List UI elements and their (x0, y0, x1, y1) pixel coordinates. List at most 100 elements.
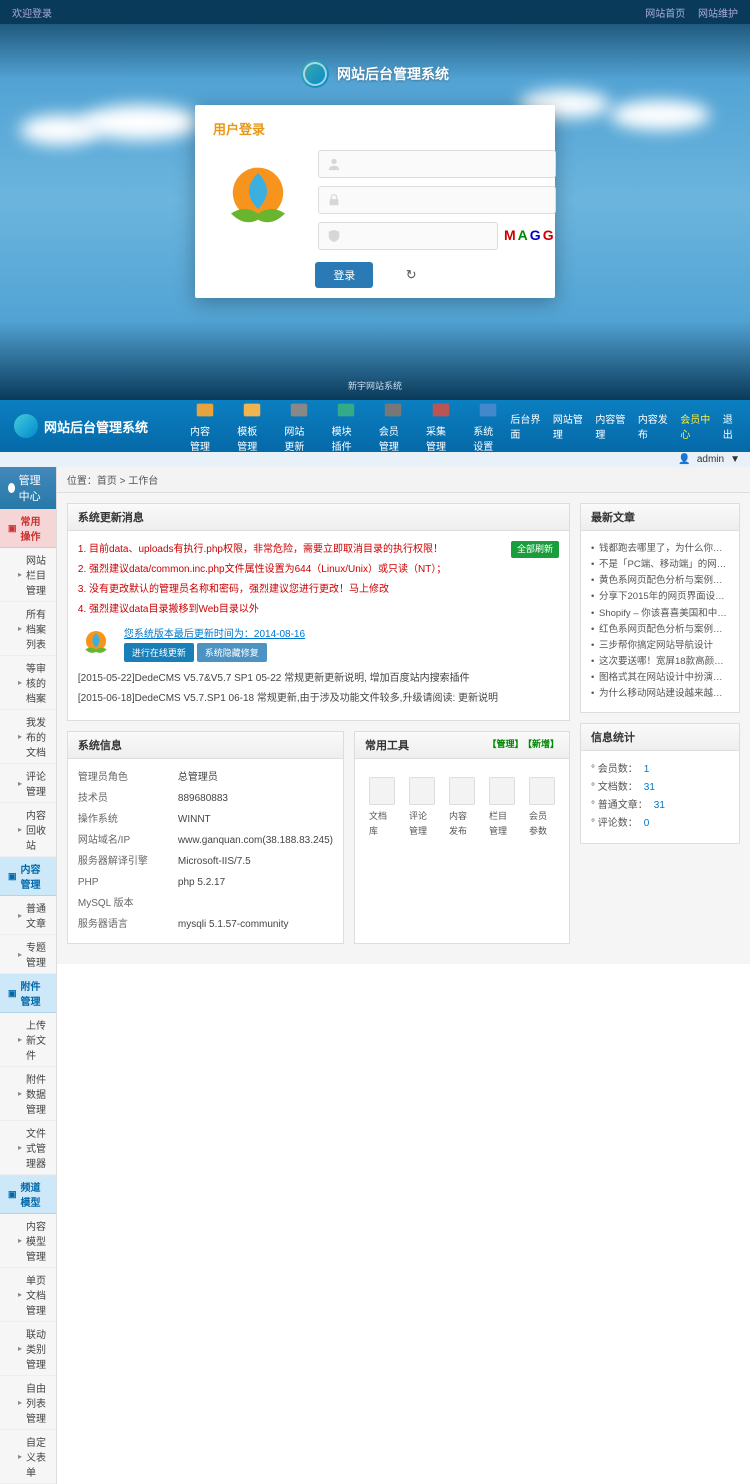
toolbar: 内容管理模板管理网站更新模块插件会员管理采集管理系统设置 (182, 395, 510, 457)
changelog-item: [2015-05-22]DedeCMS V5.7&V5.7 SP1 05-22 … (78, 670, 559, 687)
update-panel-title: 系统更新消息 (78, 509, 144, 525)
sidebar-item[interactable]: 内容模型管理 (0, 1214, 56, 1268)
toolbar-folder[interactable]: 内容管理 (182, 395, 227, 457)
link-home[interactable]: 网站首页 (645, 9, 685, 20)
article-item[interactable]: 这次要送哪！宽屏18款高颜值扁平风格的网站 (591, 654, 729, 670)
article-item[interactable]: 分享下2015年的网页界面设计趋势 (591, 589, 729, 605)
nav-link[interactable]: 内容管理 (595, 411, 625, 441)
admin-logo: 网站后台管理系统 (0, 414, 162, 438)
update-date-link[interactable]: 您系统版本最后更新时间为：2014-08-16 (124, 629, 305, 640)
toolbar-module[interactable]: 模块插件 (324, 395, 369, 457)
sysinfo-key: PHP (78, 874, 168, 891)
tool-icon (369, 777, 395, 805)
printer-icon (288, 399, 310, 421)
password-input[interactable] (347, 194, 547, 206)
main-area: 位置：首页 > 工作台 系统更新消息 全部刷新 1. 目前data、upload… (57, 467, 750, 1484)
username-field[interactable] (318, 150, 556, 178)
check-update-button[interactable]: 进行在线更新 (124, 643, 194, 662)
sysinfo-key: 服务器语言 (78, 916, 168, 933)
link-maintain[interactable]: 网站维护 (698, 9, 738, 20)
nav-logout[interactable]: 退出 (723, 411, 738, 441)
sidebar-item[interactable]: 联动类别管理 (0, 1322, 56, 1376)
login-heading: 用户登录 (213, 119, 537, 138)
captcha-input[interactable] (347, 230, 489, 242)
nav-link[interactable]: 后台界面 (510, 411, 540, 441)
sidebar-item[interactable]: 内容回收站 (0, 803, 56, 857)
toolbar-collect[interactable]: 采集管理 (418, 395, 463, 457)
sidebar-item[interactable]: 单页文档管理 (0, 1268, 56, 1322)
password-field[interactable] (318, 186, 556, 214)
sidebar-item[interactable]: 附件数据管理 (0, 1067, 56, 1121)
login-button[interactable]: 登录 (315, 262, 373, 288)
username-input[interactable] (347, 158, 547, 170)
sidebar-item[interactable]: 专题管理 (0, 935, 56, 974)
sidebar-item[interactable]: 评论管理 (0, 764, 56, 803)
refresh-all-button[interactable]: 全部刷新 (511, 541, 559, 558)
article-item[interactable]: Shopify – 你该喜喜美国和中国电子商务的设计 (591, 606, 729, 622)
tool-item[interactable]: 会员参数 (529, 777, 555, 840)
article-item[interactable]: 图格式其在网站设计中扮演什么重要角色？ (591, 670, 729, 686)
tool-item[interactable]: 栏目管理 (489, 777, 515, 840)
sidebar-item[interactable]: 网站栏目管理 (0, 548, 56, 602)
tool-item[interactable]: 评论管理 (409, 777, 435, 840)
tool-item[interactable]: 文档库 (369, 777, 395, 840)
stats-title: 信息统计 (591, 729, 635, 745)
sysinfo-value: 总管理员 (178, 769, 333, 786)
article-item[interactable]: 为什么移动网站建设越来越得市场的欢迎 (591, 686, 729, 702)
nav-link[interactable]: 内容发布 (638, 411, 668, 441)
captcha-field[interactable] (318, 222, 498, 250)
sysinfo-key: 网站域名/IP (78, 832, 168, 849)
toolbar-user[interactable]: 会员管理 (371, 395, 416, 457)
sidebar-category[interactable]: 常用操作 (0, 509, 56, 548)
sysinfo-key: 管理员角色 (78, 769, 168, 786)
article-item[interactable]: 黄色系网页配色分析与案例分享 (591, 573, 729, 589)
sidebar-item[interactable]: 上传新文件 (0, 1013, 56, 1067)
warning-message: 3. 没有更改默认的管理员名称和密码，强烈建议您进行更改！马上修改 (78, 581, 559, 598)
article-item[interactable]: 红色系网页配色分析与案例分享 (591, 622, 729, 638)
sidebar-item[interactable]: 自定义表单 (0, 1430, 56, 1484)
toolbar-printer[interactable]: 网站更新 (276, 395, 321, 457)
globe-icon (14, 414, 38, 438)
login-topbar: 欢迎登录 网站首页 网站维护 (0, 0, 750, 24)
article-item[interactable]: 不是「PC端、移动端」的网站建设才有未来 (591, 557, 729, 573)
globe-icon (301, 60, 329, 88)
sidebar-item[interactable]: 所有档案列表 (0, 602, 56, 656)
sysinfo-panel: 系统信息 管理员角色总管理员技术员889680883操作系统WINNT网站域名/… (67, 731, 344, 944)
tools-icon (477, 399, 499, 421)
lock-icon (327, 193, 341, 207)
sysinfo-value: www.ganquan.com(38.188.83.245) (178, 832, 333, 849)
sidebar-item[interactable]: 普通文章 (0, 896, 56, 935)
reset-button[interactable]: ↻ (388, 262, 435, 288)
shield-icon (327, 229, 341, 243)
sidebar-item[interactable]: 文件式管理器 (0, 1121, 56, 1175)
manage-link[interactable]: 【管理】 (487, 739, 523, 749)
toolbar-tools[interactable]: 系统设置 (465, 395, 510, 457)
tools-panel: 常用工具 【管理】【新增】 文档库评论管理内容发布栏目管理会员参数 (354, 731, 570, 944)
sidebar-item[interactable]: 自由列表管理 (0, 1376, 56, 1430)
add-link[interactable]: 【新增】 (527, 739, 559, 749)
sidebar-category[interactable]: 内容管理 (0, 857, 56, 896)
folder-icon (194, 399, 216, 421)
article-item[interactable]: 钱都跑去哪里了，为什么你的网络推广没有效果 (591, 541, 729, 557)
toolbar-folder2[interactable]: 模板管理 (229, 395, 274, 457)
sidebar-item[interactable]: 我发布的文档 (0, 710, 56, 764)
login-panel: 用户登录 (195, 105, 555, 298)
warning-message: 1. 目前data、uploads有执行.php权限，非常危险，需要立即取消目录… (78, 541, 559, 558)
login-screen: 欢迎登录 网站首页 网站维护 网站后台管理系统 用户登录 (0, 0, 750, 400)
captcha-image[interactable]: MAGG (504, 227, 556, 245)
sidebar: 管理中心 常用操作网站栏目管理所有档案列表等审核的档案我发布的文档评论管理内容回… (0, 467, 57, 1484)
hide-fix-button[interactable]: 系统隐藏修复 (197, 643, 267, 662)
nav-member[interactable]: 会员中心 (680, 411, 710, 441)
sidebar-category[interactable]: 附件管理 (0, 974, 56, 1013)
tool-item[interactable]: 内容发布 (449, 777, 475, 840)
sidebar-category[interactable]: 频道模型 (0, 1175, 56, 1214)
article-item[interactable]: 三步帮你搞定网站导航设计 (591, 638, 729, 654)
user-dropdown-icon[interactable]: ▼ (730, 454, 740, 465)
tool-icon (489, 777, 515, 805)
nav-link[interactable]: 网站管理 (553, 411, 583, 441)
tool-icon (529, 777, 555, 805)
sysinfo-value: mysqli 5.1.57-community (178, 916, 333, 933)
changelog-item: [2015-06-18]DedeCMS V5.7.SP1 06-18 常规更新,… (78, 690, 559, 707)
articles-title: 最新文章 (591, 509, 635, 525)
sidebar-item[interactable]: 等审核的档案 (0, 656, 56, 710)
